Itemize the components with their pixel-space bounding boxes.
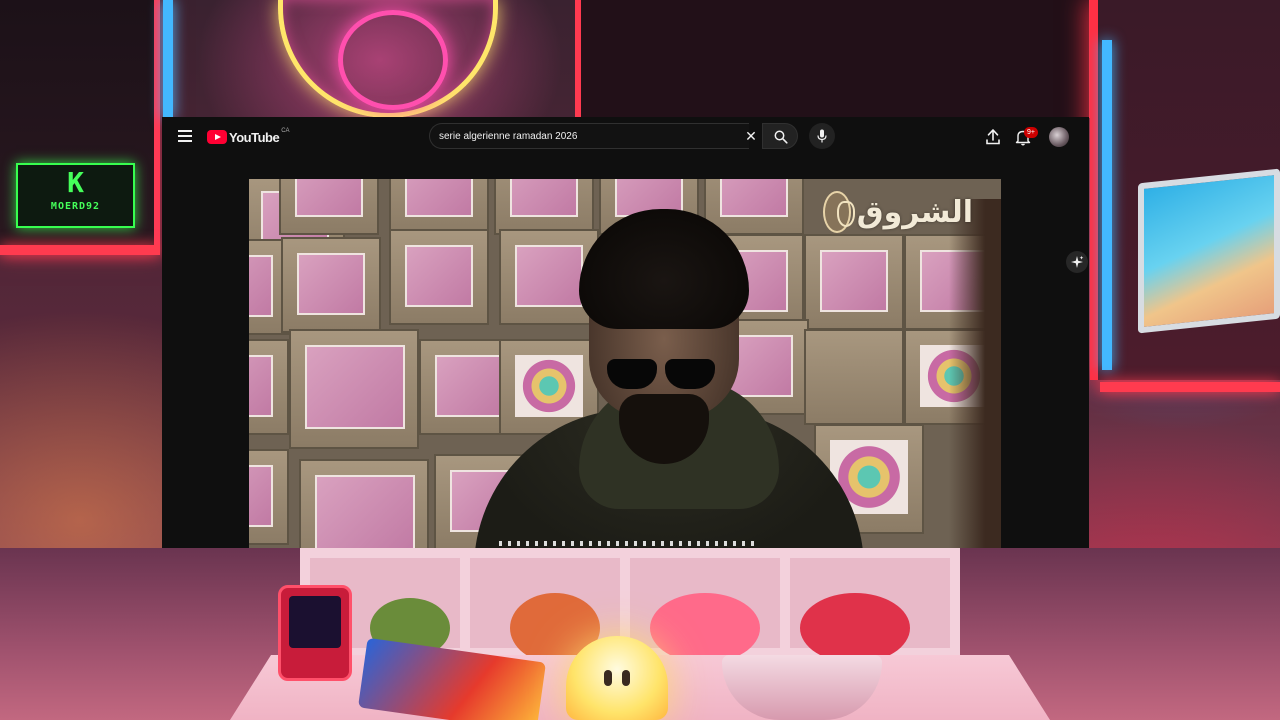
hamburger-menu-icon[interactable] [178, 130, 192, 142]
box [299, 459, 429, 548]
sparkle-icon [1071, 255, 1084, 268]
search-input[interactable] [430, 124, 720, 148]
shelf-divider [620, 558, 630, 648]
lamp-eye [604, 670, 612, 686]
retro-pixel-device [278, 585, 352, 681]
youtube-play-icon [207, 130, 227, 144]
neon-k-badge: K MOERD92 [16, 163, 135, 228]
box [389, 179, 489, 235]
box [289, 329, 419, 449]
plush-toy [800, 593, 910, 663]
plush-toy [650, 593, 760, 663]
side-person [949, 199, 1001, 548]
ai-assistant-button[interactable] [1066, 251, 1088, 273]
pixel-art-monitor [1138, 168, 1280, 334]
neon-bar-red-right [1100, 382, 1280, 392]
box [249, 449, 289, 545]
box [804, 329, 904, 425]
upload-icon[interactable] [984, 128, 1002, 146]
box [494, 179, 594, 235]
sunglasses [607, 359, 717, 391]
microphone-icon [817, 129, 827, 143]
subtitle-text-cropped [499, 541, 759, 546]
channel-watermark: الشروق [823, 189, 973, 235]
box [281, 237, 381, 333]
search-icon [774, 130, 788, 144]
avatar[interactable] [1049, 127, 1069, 147]
retro-device-screen [289, 596, 341, 648]
channel-emblem-icon [823, 191, 855, 233]
search-button[interactable] [762, 123, 798, 149]
notification-count-badge: 9+ [1024, 127, 1038, 138]
box [249, 339, 289, 435]
box [279, 179, 379, 235]
neon-bar-red-left [0, 245, 160, 255]
youtube-window: YouTube CA ✕ 9+ [162, 117, 1089, 548]
top-shelves [575, 0, 1095, 118]
shelf-divider [780, 558, 790, 648]
neon-bar-blue-right [1102, 40, 1112, 370]
channel-watermark-text: الشروق [856, 194, 973, 230]
close-icon[interactable]: ✕ [742, 127, 760, 145]
shelf-divider [460, 558, 470, 648]
youtube-logo[interactable]: YouTube CA [207, 128, 290, 146]
lamp-eye [622, 670, 630, 686]
youtube-topbar: YouTube CA ✕ 9+ [162, 117, 1089, 157]
video-player[interactable]: الشروق [249, 179, 1001, 548]
neon-bar-blue-left [163, 0, 173, 118]
box [804, 234, 904, 330]
k-badge-letter: K [67, 166, 84, 199]
search-box [429, 123, 749, 149]
voice-search-button[interactable] [809, 123, 835, 149]
box [389, 229, 489, 325]
youtube-logo-text: YouTube [229, 129, 280, 145]
region-code: CA [281, 128, 290, 134]
k-badge-name: MOERD92 [50, 201, 101, 212]
neon-face-sign [338, 10, 448, 110]
